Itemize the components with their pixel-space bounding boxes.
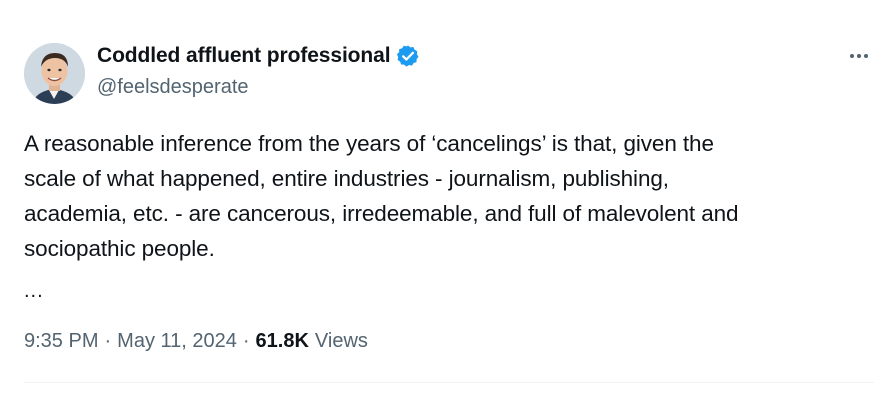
tweet-text-line: academia, etc. - are cancerous, irredeem…: [24, 201, 739, 226]
author-display-name[interactable]: Coddled affluent professional: [97, 44, 391, 68]
author-handle[interactable]: @feelsdesperate: [97, 76, 249, 99]
tweet-text-line: A reasonable inference from the years of…: [24, 131, 714, 156]
tweet-text: A reasonable inference from the years of…: [24, 126, 876, 266]
avatar[interactable]: [24, 43, 85, 104]
divider: [24, 382, 874, 383]
author-name-row: Coddled affluent professional: [97, 44, 420, 68]
tweet-date[interactable]: May 11, 2024: [117, 330, 237, 353]
avatar-image: [24, 43, 85, 104]
more-dot: [864, 54, 868, 58]
verified-badge-icon[interactable]: [396, 44, 420, 68]
views-label: Views: [314, 330, 368, 352]
more-options-icon[interactable]: [844, 44, 874, 68]
meta-separator: ·: [242, 330, 250, 352]
meta-separator: ·: [104, 330, 112, 352]
views-count[interactable]: 61.8K: [256, 330, 309, 353]
tweet-text-line: sociopathic people.: [24, 236, 215, 261]
tweet-time[interactable]: 9:35 PM: [24, 330, 98, 353]
tweet-card: Coddled affluent professional @feelsdesp…: [0, 0, 894, 400]
more-dot: [850, 54, 854, 58]
tweet-metadata: 9:35 PM · May 11, 2024 · 61.8K Views: [24, 330, 368, 353]
tweet-text-line: scale of what happened, entire industrie…: [24, 166, 669, 191]
show-more-ellipsis[interactable]: ...: [24, 280, 44, 303]
more-dot: [857, 54, 861, 58]
